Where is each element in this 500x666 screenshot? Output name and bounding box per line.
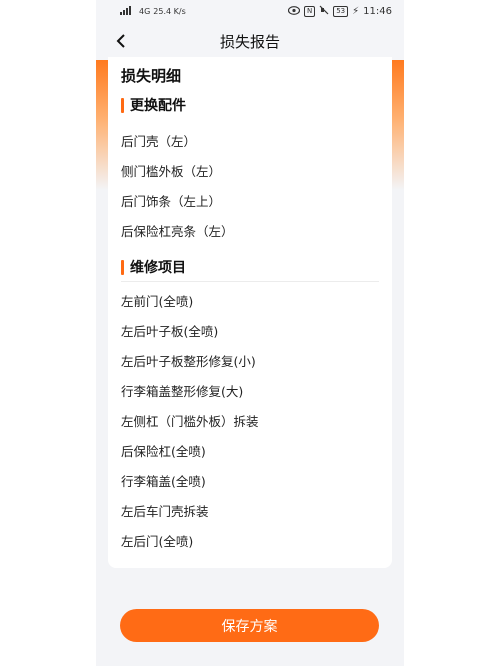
list-item: 侧门槛外板（左）	[121, 164, 222, 179]
network-speed: 25.4 K/s	[153, 6, 186, 16]
list-item: 左前门(全喷)	[121, 294, 194, 309]
clock: 11:46	[363, 6, 392, 17]
signal-icon	[120, 5, 136, 17]
nfc-icon: N	[303, 6, 316, 17]
status-bar: 4G 25.4 K/s N 53 ⚡ 11:46	[96, 0, 404, 24]
repair-section-header: 维修项目	[121, 257, 186, 277]
section-marker	[121, 97, 124, 113]
card-title: 损失明细	[121, 67, 182, 85]
accent-stripe-right	[392, 60, 404, 190]
list-item: 后保险杠(全喷)	[121, 444, 206, 459]
loss-details-card: 损失明细 更换配件 后门壳（左） 侧门槛外板（左） 后门饰条（左上） 后保险杠亮…	[108, 57, 392, 568]
list-item: 左后叶子板整形修复(小)	[121, 354, 256, 369]
page-title: 损失报告	[219, 33, 280, 51]
repair-section-label: 维修项目	[130, 260, 186, 276]
section-marker	[121, 259, 124, 275]
list-item: 左后车门壳拆装	[121, 504, 209, 519]
list-item: 行李箱盖(全喷)	[121, 474, 206, 489]
navigation-bar: 损失报告	[96, 24, 404, 60]
eye-icon	[287, 5, 301, 18]
list-item: 行李箱盖整形修复(大)	[121, 384, 244, 399]
save-plan-button[interactable]: 保存方案	[120, 609, 379, 642]
parts-section-label: 更换配件	[130, 98, 186, 114]
list-item: 后门壳（左）	[121, 134, 197, 149]
status-left: 4G 25.4 K/s	[120, 5, 186, 17]
status-right: N 53 ⚡ 11:46	[287, 5, 392, 18]
charging-icon: ⚡	[352, 6, 360, 17]
list-item: 左后门(全喷)	[121, 534, 194, 549]
list-item: 左侧杠（门槛外板）拆装	[121, 414, 259, 429]
list-item: 左后叶子板(全喷)	[121, 324, 219, 339]
list-item: 后保险杠亮条（左）	[121, 224, 234, 239]
accent-stripe-left	[96, 60, 108, 190]
phone-screen: 4G 25.4 K/s N 53 ⚡ 11:46 损失报告 损失明细 更换配件 …	[96, 0, 404, 666]
mute-icon	[319, 5, 329, 18]
battery-icon: 53	[333, 6, 349, 17]
list-item: 后门饰条（左上）	[121, 194, 222, 209]
divider	[121, 281, 379, 282]
parts-section-header: 更换配件	[121, 95, 186, 115]
network-type: 4G	[139, 6, 151, 16]
